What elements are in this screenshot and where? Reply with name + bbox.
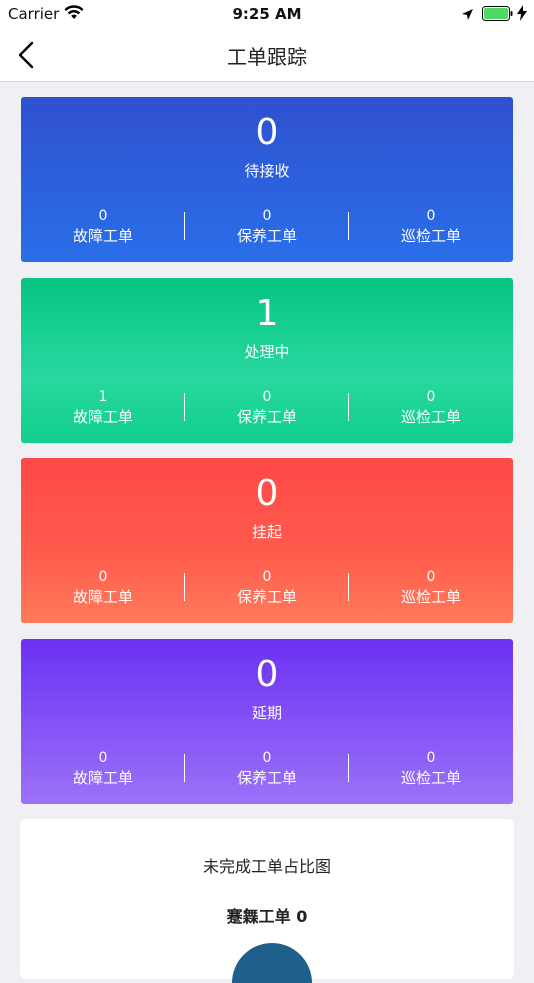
card-count: 0	[255, 112, 279, 153]
card-count: 1	[255, 293, 279, 334]
stat-value: 0	[98, 569, 108, 585]
page-title: 工单跟踪	[227, 45, 307, 69]
card-label: 延期	[251, 704, 282, 722]
suspended-card[interactable]: 0 挂起 0 故障工单 0 保养工单 0 巡检工单	[21, 458, 513, 623]
stat-label: 保养工单	[236, 227, 297, 245]
stat-value: 0	[426, 569, 436, 585]
stat-value: 0	[426, 389, 436, 405]
stat-label: 故障工单	[72, 227, 133, 245]
delayed-card[interactable]: 0 延期 0 故障工单 0 保养工单 0 巡检工单	[21, 639, 513, 804]
maintenance-order-stat[interactable]: 0 保养工单	[185, 568, 349, 608]
inspection-order-stat[interactable]: 0 巡检工单	[349, 749, 513, 789]
fault-order-stat[interactable]: 0 故障工单	[21, 568, 185, 608]
stat-label: 巡检工单	[400, 408, 461, 426]
stat-label: 巡检工单	[400, 769, 461, 787]
fault-order-stat[interactable]: 0 故障工单	[21, 207, 185, 247]
stat-value: 0	[262, 750, 272, 766]
inspection-order-stat[interactable]: 0 巡检工单	[349, 207, 513, 247]
stat-value: 0	[98, 750, 108, 766]
stat-label: 保养工单	[236, 588, 297, 606]
battery-icon	[482, 6, 514, 25]
maintenance-order-stat[interactable]: 0 保养工单	[185, 207, 349, 247]
stat-label: 故障工单	[72, 408, 133, 426]
stat-label: 巡检工单	[400, 588, 461, 606]
in-progress-card[interactable]: 1 处理中 1 故障工单 0 保养工单 0 巡检工单	[21, 278, 513, 443]
card-count: 0	[255, 473, 279, 514]
status-bar: Carrier 9:25 AM	[0, 0, 534, 28]
stat-label: 巡检工单	[400, 227, 461, 245]
navigation-bar: 工单跟踪	[0, 28, 534, 82]
stat-label: 保养工单	[236, 408, 297, 426]
card-label: 待接收	[244, 162, 290, 180]
pie-chart	[232, 943, 312, 983]
card-label: 挂起	[251, 523, 282, 541]
inspection-order-stat[interactable]: 0 巡检工单	[349, 568, 513, 608]
card-count: 0	[255, 654, 279, 695]
card-label: 处理中	[244, 343, 290, 361]
stat-label: 保养工单	[236, 769, 297, 787]
location-arrow-icon	[461, 6, 474, 25]
chart-stat: 蹇橆工单 0	[226, 907, 308, 926]
stat-label: 故障工单	[72, 769, 133, 787]
fault-order-stat[interactable]: 0 故障工单	[21, 749, 185, 789]
chart-title: 未完成工单占比图	[202, 857, 331, 876]
inspection-order-stat[interactable]: 0 巡检工单	[349, 388, 513, 428]
stat-value: 0	[98, 208, 108, 224]
clock: 9:25 AM	[232, 5, 302, 23]
stat-value: 0	[262, 569, 272, 585]
stat-value: 0	[262, 389, 272, 405]
stat-value: 0	[426, 208, 436, 224]
incomplete-orders-chart-panel: 未完成工单占比图 蹇橆工单 0	[20, 819, 514, 983]
maintenance-order-stat[interactable]: 0 保养工单	[185, 749, 349, 789]
stat-value: 0	[426, 750, 436, 766]
charging-bolt-icon	[517, 5, 527, 25]
stat-label: 故障工单	[72, 588, 133, 606]
stat-value: 0	[262, 208, 272, 224]
maintenance-order-stat[interactable]: 0 保养工单	[185, 388, 349, 428]
fault-order-stat[interactable]: 1 故障工单	[21, 388, 185, 428]
stat-value: 1	[98, 389, 108, 405]
pending-receive-card[interactable]: 0 待接收 0 故障工单 0 保养工单 0 巡检工单	[21, 97, 513, 262]
